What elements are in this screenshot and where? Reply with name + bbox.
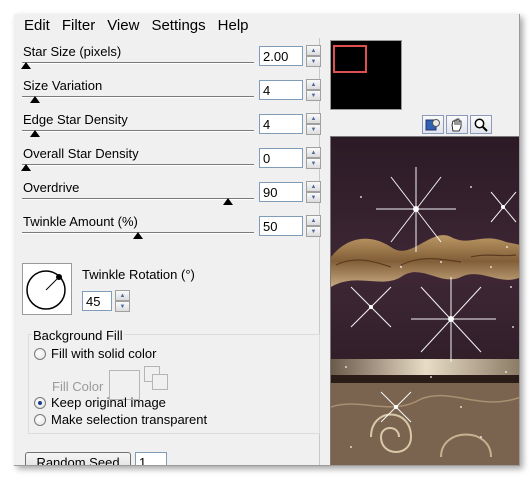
spin-up-icon[interactable]: ▲ [306, 181, 321, 192]
spin-up-icon[interactable]: ▲ [115, 290, 130, 301]
background-fill-title: Background Fill [32, 328, 124, 343]
random-seed-input[interactable] [135, 452, 167, 465]
twinkle-amount-input[interactable] [259, 216, 303, 236]
menu-view[interactable]: View [101, 14, 145, 38]
menu-filter[interactable]: Filter [56, 14, 101, 38]
param-star-size: Star Size (pixels) ▲ ▼ [21, 42, 322, 76]
twinkle-amount-slider-thumb[interactable] [133, 232, 143, 239]
param-overdrive: Overdrive ▲ ▼ [22, 178, 322, 212]
twinkle-rotation-spinner[interactable]: ▲ ▼ [115, 290, 130, 312]
param-edge-star-density: Edge Star Density ▲ ▼ [22, 110, 322, 144]
navigator-thumbnail[interactable] [330, 40, 402, 110]
color-swap-icon-back[interactable] [152, 374, 168, 390]
keep-original-radio[interactable]: Keep original image [34, 395, 166, 410]
spin-up-icon[interactable]: ▲ [306, 45, 321, 56]
rotation-dial-icon [26, 270, 66, 310]
size-variation-input[interactable] [259, 80, 303, 100]
preview-panel [324, 38, 519, 465]
spin-down-icon[interactable]: ▼ [306, 226, 321, 237]
keep-original-label: Keep original image [51, 395, 166, 410]
spin-down-icon[interactable]: ▼ [306, 90, 321, 101]
overall-star-density-slider-thumb[interactable] [21, 164, 31, 171]
edge-star-density-spinner[interactable]: ▲ ▼ [306, 113, 321, 135]
overall-star-density-label: Overall Star Density [23, 146, 139, 161]
menu-settings[interactable]: Settings [145, 14, 211, 38]
overall-star-density-spinner[interactable]: ▲ ▼ [306, 147, 321, 169]
twinkle-rotation-input[interactable] [82, 291, 112, 311]
param-twinkle-amount: Twinkle Amount (%) ▲ ▼ [22, 212, 322, 246]
edge-star-density-label: Edge Star Density [23, 112, 128, 127]
edge-star-density-slider-thumb[interactable] [30, 130, 40, 137]
overdrive-slider-thumb[interactable] [223, 198, 233, 205]
star-size-spinner[interactable]: ▲ ▼ [306, 45, 321, 67]
star-size-slider-thumb[interactable] [21, 62, 31, 69]
random-seed-button[interactable]: Random Seed [25, 452, 131, 465]
fill-solid-radio[interactable]: Fill with solid color [34, 346, 156, 361]
size-variation-slider-thumb[interactable] [30, 96, 40, 103]
overdrive-label: Overdrive [23, 180, 80, 195]
menu-edit[interactable]: Edit [18, 14, 56, 38]
spin-down-icon[interactable]: ▼ [306, 192, 321, 203]
fill-solid-label: Fill with solid color [51, 346, 157, 361]
make-transparent-radio[interactable]: Make selection transparent [34, 412, 207, 427]
edge-star-density-input[interactable] [259, 114, 303, 134]
overall-star-density-slider[interactable] [22, 164, 254, 166]
edge-star-density-slider[interactable] [22, 130, 254, 132]
overdrive-spinner[interactable]: ▲ ▼ [306, 181, 321, 203]
rotation-dial[interactable] [22, 263, 72, 315]
star-preview-image [331, 137, 519, 465]
spin-up-icon[interactable]: ▲ [306, 147, 321, 158]
make-transparent-label: Make selection transparent [51, 412, 208, 427]
twinkle-amount-spinner[interactable]: ▲ ▼ [306, 215, 321, 237]
filter-dialog: Edit Filter View Settings Help Star Size… [14, 14, 520, 466]
hand-icon[interactable] [446, 115, 468, 134]
param-overall-star-density: Overall Star Density ▲ ▼ [21, 144, 322, 178]
radio-off-icon[interactable] [34, 347, 46, 360]
param-size-variation: Size Variation ▲ ▼ [22, 76, 322, 110]
menu-bar: Edit Filter View Settings Help [14, 14, 519, 38]
spin-down-icon[interactable]: ▼ [115, 301, 130, 312]
size-variation-spinner[interactable]: ▲ ▼ [306, 79, 321, 101]
controls-panel: Star Size (pixels) ▲ ▼ Size Variation ▲ … [14, 38, 324, 465]
navigate-icon[interactable] [422, 115, 444, 134]
radio-off-icon[interactable] [34, 413, 46, 426]
menu-help[interactable]: Help [212, 14, 255, 38]
twinkle-rotation-label: Twinkle Rotation (°) [82, 267, 195, 282]
overdrive-slider[interactable] [22, 198, 254, 200]
star-size-label: Star Size (pixels) [23, 44, 122, 59]
size-variation-label: Size Variation [23, 78, 103, 93]
spin-up-icon[interactable]: ▲ [306, 79, 321, 90]
overdrive-input[interactable] [259, 182, 303, 202]
spin-down-icon[interactable]: ▼ [306, 158, 321, 169]
zoom-icon[interactable] [470, 115, 492, 134]
fill-color-label: Fill Color [52, 379, 104, 394]
spin-down-icon[interactable]: ▼ [306, 124, 321, 135]
spin-up-icon[interactable]: ▲ [306, 113, 321, 124]
overall-star-density-input[interactable] [259, 148, 303, 168]
twinkle-amount-label: Twinkle Amount (%) [23, 214, 138, 229]
image-preview[interactable] [330, 136, 519, 465]
size-variation-slider[interactable] [22, 96, 254, 98]
radio-on-icon[interactable] [34, 396, 46, 409]
star-size-slider[interactable] [22, 62, 254, 64]
spin-up-icon[interactable]: ▲ [306, 215, 321, 226]
navigator-view-rect[interactable] [333, 45, 367, 73]
star-size-input[interactable] [259, 46, 303, 66]
spin-down-icon[interactable]: ▼ [306, 56, 321, 67]
